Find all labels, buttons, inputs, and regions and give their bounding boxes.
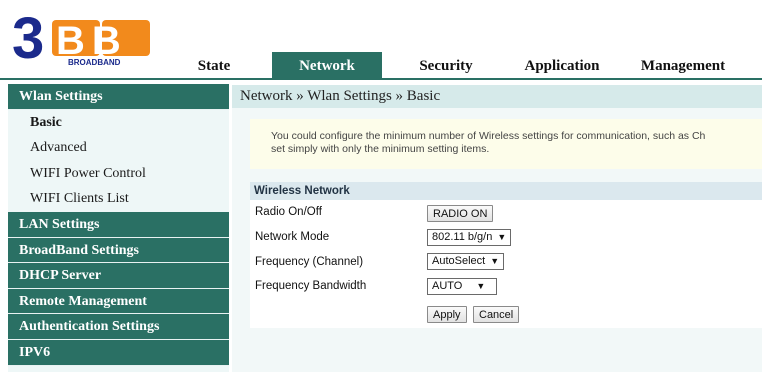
tab-application[interactable]: Application — [512, 52, 612, 78]
network-mode-value: 802.11 b/g/n — [432, 231, 493, 243]
sidebar-section-dhcp[interactable]: DHCP Server — [8, 263, 229, 289]
frequency-bandwidth-label: Frequency Bandwidth — [255, 280, 367, 292]
sidebar-item-advanced[interactable]: Advanced — [8, 135, 229, 161]
top-nav: State Network Security Application Manag… — [0, 52, 762, 78]
tab-management[interactable]: Management — [628, 52, 738, 78]
sidebar-section-lan[interactable]: LAN Settings — [8, 211, 229, 238]
info-notice: You could configure the minimum number o… — [250, 119, 762, 169]
sidebar-section-wlan[interactable]: Wlan Settings — [8, 84, 229, 110]
notice-line-2: set simply with only the minimum setting… — [271, 143, 490, 155]
wireless-network-heading: Wireless Network — [250, 182, 762, 200]
nav-divider — [0, 78, 762, 80]
frequency-channel-select[interactable]: AutoSelect ▼ — [427, 253, 505, 270]
radio-on-button[interactable]: RADIO ON — [427, 205, 494, 222]
frequency-bandwidth-select[interactable]: AUTO ▼ — [427, 278, 497, 295]
sidebar-item-wifi-clients-list[interactable]: WIFI Clients List — [8, 186, 229, 212]
cancel-button[interactable]: Cancel — [473, 306, 520, 323]
caret-down-icon: ▼ — [490, 256, 500, 266]
sidebar-section-broadband[interactable]: BroadBand Settings — [8, 237, 229, 264]
network-mode-label: Network Mode — [255, 231, 330, 243]
frequency-channel-value: AutoSelect — [432, 255, 486, 267]
frequency-channel-label: Frequency (Channel) — [255, 256, 364, 268]
radio-label: Radio On/Off — [255, 206, 322, 218]
sidebar-section-ipv6[interactable]: IPV6 — [8, 339, 229, 366]
sidebar-item-wifi-power-control[interactable]: WIFI Power Control — [8, 161, 229, 187]
apply-button[interactable]: Apply — [427, 306, 467, 323]
tab-network[interactable]: Network — [272, 52, 382, 78]
sidebar-section-remote-management[interactable]: Remote Management — [8, 288, 229, 315]
tab-state[interactable]: State — [180, 52, 248, 78]
notice-line-1: You could configure the minimum number o… — [271, 130, 706, 142]
sidebar-item-basic[interactable]: Basic — [8, 110, 229, 136]
frequency-bandwidth-value: AUTO — [432, 280, 463, 292]
network-mode-select[interactable]: 802.11 b/g/n ▼ — [427, 229, 512, 246]
tab-security[interactable]: Security — [405, 52, 487, 78]
sidebar: Wlan Settings Basic Advanced WIFI Power … — [8, 84, 229, 372]
sidebar-section-authentication[interactable]: Authentication Settings — [8, 314, 229, 340]
caret-down-icon: ▼ — [476, 281, 486, 291]
caret-down-icon: ▼ — [497, 232, 507, 242]
breadcrumb: Network » Wlan Settings » Basic — [232, 85, 762, 108]
